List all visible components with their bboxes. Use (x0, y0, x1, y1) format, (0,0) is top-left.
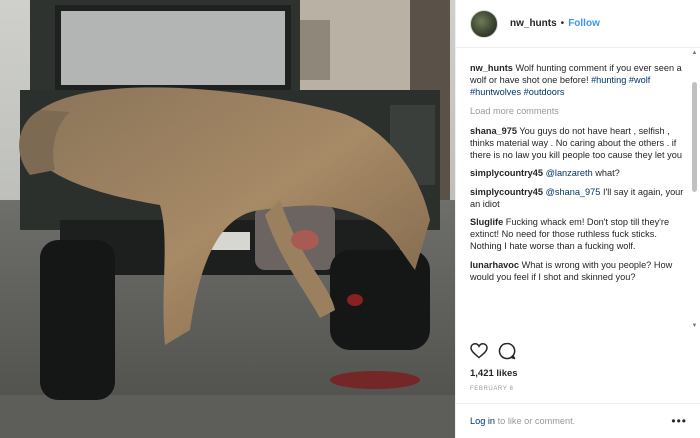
comments-scrollbar[interactable]: ▲ ▼ (691, 50, 698, 330)
post-photo[interactable] (0, 0, 455, 438)
caption: nw_hunts Wolf hunting comment if you eve… (470, 62, 687, 99)
follow-button[interactable]: Follow (568, 18, 600, 29)
hashtag[interactable]: #hunting (591, 75, 626, 85)
post-footer: Log in to like or comment. ••• (456, 403, 700, 438)
scrollbar-thumb[interactable] (692, 82, 697, 192)
scroll-down-arrow-icon[interactable]: ▼ (691, 323, 698, 330)
avatar[interactable] (470, 9, 498, 38)
comments-section: nw_hunts Wolf hunting comment if you eve… (456, 48, 700, 333)
comment-bubble-icon[interactable] (498, 342, 516, 360)
comment-item: Sluglife Fucking whack em! Don't stop ti… (470, 216, 687, 253)
login-link[interactable]: Log in (470, 416, 495, 426)
more-dots-icon[interactable]: ••• (671, 414, 687, 428)
likes-count[interactable]: 1,421 likes (470, 368, 518, 379)
hashtag[interactable]: #wolf (629, 75, 650, 85)
comment-username[interactable]: Sluglife (470, 217, 503, 227)
comment-text: what? (595, 168, 620, 179)
comment-item: shana_975 You guys do not have heart , s… (470, 125, 687, 162)
scroll-up-arrow-icon[interactable]: ▲ (691, 50, 698, 57)
hashtag[interactable]: #huntwolves (470, 87, 521, 97)
comment-username[interactable]: lunarhavoc (470, 260, 519, 270)
comment-mention[interactable]: @shana_975 (546, 187, 601, 197)
hashtag[interactable]: #outdoors (524, 87, 565, 97)
photo-scene (0, 0, 455, 438)
comment-username[interactable]: simplycountry45 (470, 168, 543, 178)
post-header: nw_hunts • Follow (456, 0, 700, 48)
heart-icon[interactable] (470, 343, 488, 359)
comment-mention[interactable]: @lanzareth (546, 168, 593, 178)
header-username[interactable]: nw_hunts (510, 18, 557, 29)
comment-username[interactable]: shana_975 (470, 126, 517, 136)
post-side-panel: nw_hunts • Follow nw_hunts Wolf hunting … (455, 0, 700, 438)
header-separator: • (560, 18, 565, 29)
comment-username[interactable]: simplycountry45 (470, 187, 543, 197)
comment-item: simplycountry45 @lanzareth what? (470, 167, 687, 179)
comment-item: lunarhavoc What is wrong with you people… (470, 259, 687, 283)
footer-text: to like or comment. (497, 416, 576, 426)
post-date: FEBRUARY 8 (470, 386, 514, 392)
caption-username[interactable]: nw_hunts (470, 63, 513, 73)
post-actions (470, 340, 516, 362)
comment-item: simplycountry45 @shana_975 I'll say it a… (470, 186, 687, 210)
load-more-comments-link[interactable]: Load more comments (470, 105, 687, 117)
